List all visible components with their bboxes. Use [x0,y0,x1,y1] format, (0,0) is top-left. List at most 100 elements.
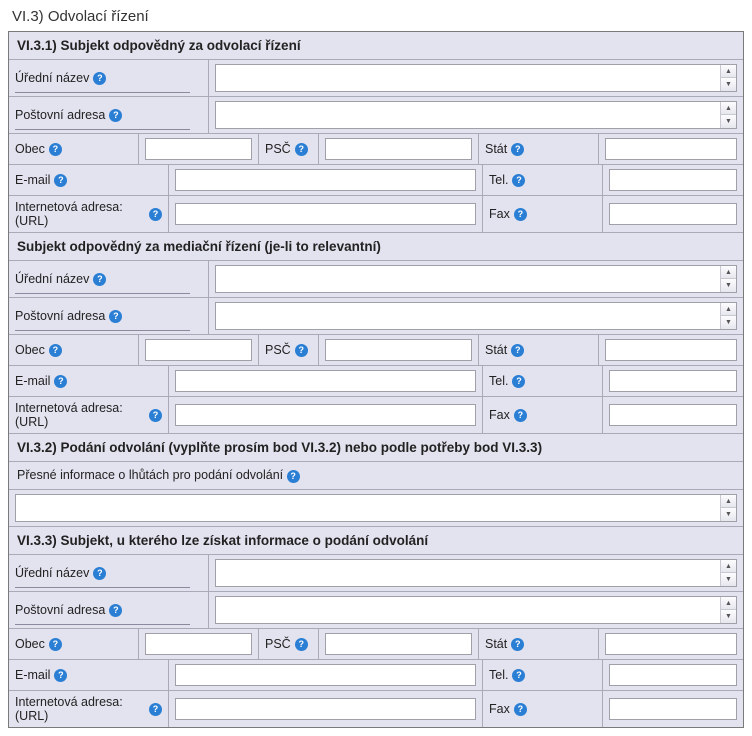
city-input[interactable] [145,339,252,361]
row-city-psc-stat-633: Obec ? PSČ ? Stát ? [9,629,743,660]
page-title: VI.3) Odvolací řízení [8,8,744,25]
help-icon[interactable]: ? [295,638,308,651]
help-icon[interactable]: ? [512,174,525,187]
stepper-up-icon[interactable]: ▲ [721,65,736,78]
row-url-fax-633: Internetová adresa: (URL) ? Fax ? [9,691,743,727]
stepper-up-icon[interactable]: ▲ [721,560,736,573]
country-input[interactable] [605,633,737,655]
help-icon[interactable]: ? [511,638,524,651]
help-icon[interactable]: ? [511,344,524,357]
postal-address-input[interactable] [216,597,720,623]
label-stat-631: Stát ? [479,134,599,164]
postal-address-input[interactable] [216,303,720,329]
url-input[interactable] [175,203,476,225]
help-icon[interactable]: ? [54,669,67,682]
section-631-heading: VI.3.1) Subjekt odpovědný za odvolací ří… [9,32,743,60]
row-official-name-med: Úřední název ? ▲▼ [9,261,743,298]
city-input[interactable] [145,138,252,160]
email-input[interactable] [175,664,476,686]
help-icon[interactable]: ? [49,638,62,651]
section-633-heading: VI.3.3) Subjekt, u kterého lze získat in… [9,527,743,555]
stepper-up-icon[interactable]: ▲ [721,266,736,279]
fax-input[interactable] [609,203,737,225]
postcode-input[interactable] [325,138,472,160]
url-input-cell [169,196,483,232]
help-icon[interactable]: ? [287,470,300,483]
postcode-input[interactable] [325,339,472,361]
help-icon[interactable]: ? [109,109,122,122]
help-icon[interactable]: ? [54,375,67,388]
help-icon[interactable]: ? [512,375,525,388]
help-icon[interactable]: ? [514,208,527,221]
label-detail-632: Přesné informace o lhůtách pro podání od… [9,462,743,490]
label-official-name-med: Úřední název ? [9,261,209,297]
tel-input[interactable] [609,664,737,686]
url-input[interactable] [175,698,476,720]
help-icon[interactable]: ? [295,344,308,357]
help-icon[interactable]: ? [49,143,62,156]
email-input[interactable] [175,169,476,191]
country-input[interactable] [605,138,737,160]
form-panel: VI.3.1) Subjekt odpovědný za odvolací ří… [8,31,744,728]
stepper-up-icon[interactable]: ▲ [721,597,736,610]
official-name-input[interactable] [216,266,720,292]
stepper-up-icon[interactable]: ▲ [721,495,736,508]
help-icon[interactable]: ? [49,344,62,357]
stepper-down-icon[interactable]: ▼ [721,573,736,586]
help-icon[interactable]: ? [54,174,67,187]
help-icon[interactable]: ? [149,703,162,716]
row-city-psc-stat-631: Obec ? PSČ ? Stát ? [9,134,743,165]
row-url-fax-631: Internetová adresa: (URL) ? Fax ? [9,196,743,233]
row-url-fax-med: Internetová adresa: (URL) ? Fax ? [9,397,743,434]
help-icon[interactable]: ? [109,310,122,323]
help-icon[interactable]: ? [109,604,122,617]
row-official-name-631: Úřední název ? ▲ ▼ [9,60,743,97]
stepper-up-icon[interactable]: ▲ [721,102,736,115]
label-tel-631: Tel. ? [483,165,603,195]
help-icon[interactable]: ? [512,669,525,682]
help-icon[interactable]: ? [514,409,527,422]
tel-input[interactable] [609,169,737,191]
row-email-tel-631: E-mail ? Tel. ? [9,165,743,196]
help-icon[interactable]: ? [295,143,308,156]
label-url-631: Internetová adresa: (URL) ? [9,196,169,232]
label-postal-631: Poštovní adresa ? [9,97,209,133]
fax-input[interactable] [609,698,737,720]
stepper-up-icon[interactable]: ▲ [721,303,736,316]
email-input[interactable] [175,370,476,392]
country-input[interactable] [605,339,737,361]
row-official-name-633: Úřední název ? ▲▼ [9,555,743,592]
stepper-down-icon[interactable]: ▼ [721,508,736,521]
input-official-name-631: ▲ ▼ [209,60,743,96]
url-input[interactable] [175,404,476,426]
official-name-input[interactable] [216,65,720,91]
stepper-down-icon[interactable]: ▼ [721,78,736,91]
tel-input-cell [603,165,743,195]
help-icon[interactable]: ? [93,273,106,286]
tel-input[interactable] [609,370,737,392]
detail-input[interactable] [16,495,720,521]
stat-input-cell [599,134,743,164]
row-postal-631: Poštovní adresa ? ▲ ▼ [9,97,743,134]
fax-input[interactable] [609,404,737,426]
help-icon[interactable]: ? [93,567,106,580]
stepper-down-icon[interactable]: ▼ [721,610,736,623]
postcode-input[interactable] [325,633,472,655]
help-icon[interactable]: ? [93,72,106,85]
official-name-input[interactable] [216,560,720,586]
stepper-down-icon[interactable]: ▼ [721,316,736,329]
help-icon[interactable]: ? [149,409,162,422]
city-input[interactable] [145,633,252,655]
help-icon[interactable]: ? [149,208,162,221]
label-psc-631: PSČ ? [259,134,319,164]
stepper-down-icon[interactable]: ▼ [721,279,736,292]
stepper-down-icon[interactable]: ▼ [721,115,736,128]
row-detail-632: ▲▼ [9,490,743,527]
label-official-name-631: Úřední název ? [9,60,209,96]
email-input-cell [169,165,483,195]
help-icon[interactable]: ? [511,143,524,156]
postal-address-input[interactable] [216,102,720,128]
help-icon[interactable]: ? [514,703,527,716]
city-input-cell [139,134,259,164]
stepper: ▲ ▼ [720,65,736,91]
